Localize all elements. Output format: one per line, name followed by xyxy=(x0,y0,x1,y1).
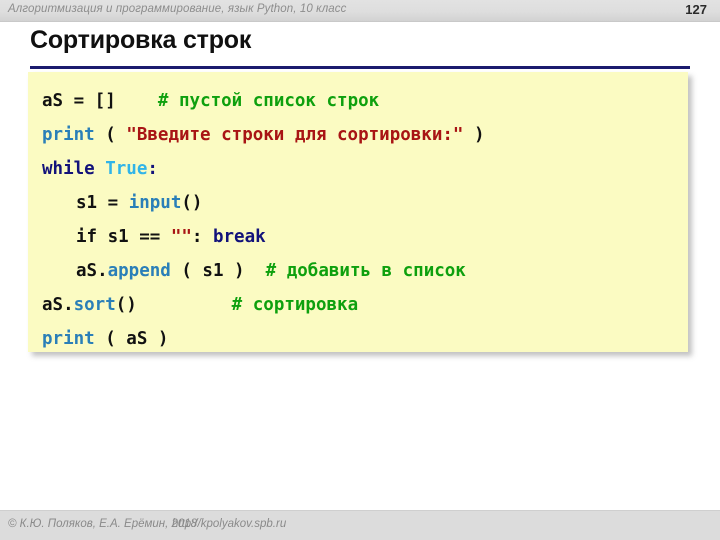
code-line: aS = [] # пустой список строк xyxy=(28,84,688,118)
code-token-string: "" xyxy=(170,227,192,247)
code-listing-panel: aS = [] # пустой список строк print ( "Вв… xyxy=(28,72,688,352)
code-token-builtin: input xyxy=(128,193,182,213)
code-token-plain: ( xyxy=(94,125,127,145)
code-token-builtin: append xyxy=(107,261,171,281)
code-token-plain: aS = [] xyxy=(42,91,116,111)
code-token-builtin: print xyxy=(42,329,95,349)
code-token-plain: : xyxy=(191,227,213,247)
code-line: aS.sort() # сортировка xyxy=(28,288,688,322)
code-line: if s1 == "": break xyxy=(28,220,688,254)
code-token-keyword: : xyxy=(147,159,158,179)
code-token-builtin: sort xyxy=(73,295,116,315)
code-token-plain: s1 = xyxy=(76,193,129,213)
code-token-plain: () xyxy=(181,193,203,213)
course-subtitle: Алгоритмизация и программирование, язык … xyxy=(8,3,347,15)
slide-footer-bar: © К.Ю. Поляков, Е.А. Ерёмин, 2018 http:/… xyxy=(0,510,720,540)
code-token-comment: # сортировка xyxy=(231,295,359,315)
slide-header-bar: Алгоритмизация и программирование, язык … xyxy=(0,0,720,22)
title-divider-rule xyxy=(30,66,690,69)
code-token-comment: # пустой список строк xyxy=(157,91,380,111)
code-token-builtin: print xyxy=(42,125,95,145)
code-token-string: "Введите строки для сортировки:" xyxy=(126,125,464,145)
code-token-comment: # добавить в список xyxy=(265,261,466,281)
code-token-plain: aS. xyxy=(42,295,74,315)
site-url-link[interactable]: http://kpolyakov.spb.ru xyxy=(172,518,286,530)
code-token-plain: ( s1 ) xyxy=(170,261,266,281)
code-line: s1 = input() xyxy=(28,186,688,220)
page-title: Сортировка строк xyxy=(30,26,252,54)
code-token-constant: True xyxy=(105,159,148,179)
code-line: aS.append ( s1 ) # добавить в список xyxy=(28,254,688,288)
copyright-text: © К.Ю. Поляков, Е.А. Ерёмин, 2018 xyxy=(8,518,198,530)
code-line: while True: xyxy=(28,152,688,186)
code-token-plain: if s1 == xyxy=(76,227,171,247)
code-token-plain: aS. xyxy=(76,261,108,281)
code-token-plain: () xyxy=(115,295,137,315)
code-line: print ( aS ) xyxy=(28,322,688,356)
code-token-plain: ( aS ) xyxy=(94,329,169,349)
page-number: 127 xyxy=(685,2,707,17)
code-line: print ( "Введите строки для сортировки:"… xyxy=(28,118,688,152)
code-token-plain: ) xyxy=(463,125,485,145)
code-token-keyword: break xyxy=(212,227,266,247)
code-token-keyword: while xyxy=(42,159,95,179)
